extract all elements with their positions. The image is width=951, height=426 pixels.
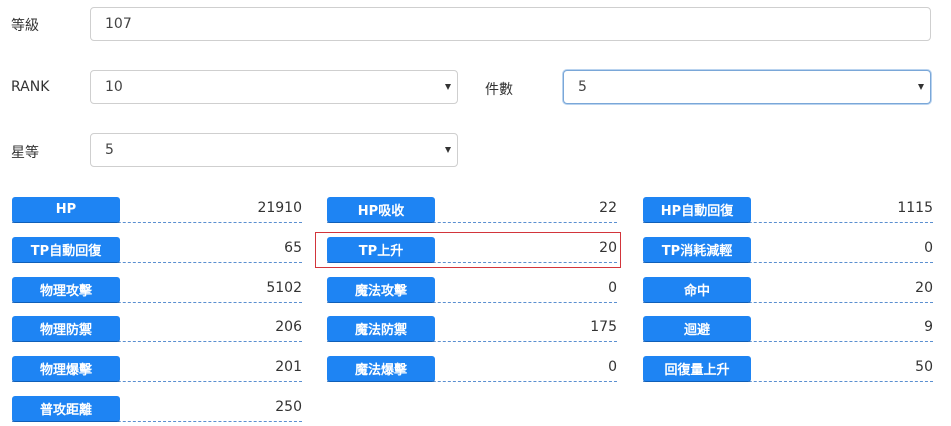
level-input[interactable]: 107 xyxy=(90,7,931,41)
stat-heal-up-badge: 回復量上升 xyxy=(643,356,751,382)
stat-hp-drain-value: 22 xyxy=(599,200,617,216)
stat-hp-regen-badge: HP自動回復 xyxy=(643,197,751,223)
stat-accuracy-badge: 命中 xyxy=(643,277,751,303)
stat-mag-atk-badge: 魔法攻擊 xyxy=(327,277,435,303)
stat-tp-regen: TP自動回復 65 xyxy=(12,237,302,263)
stat-accuracy-value: 20 xyxy=(915,280,933,296)
stat-hp-value: 21910 xyxy=(257,200,302,216)
stat-phys-def-badge: 物理防禦 xyxy=(12,316,120,342)
stat-hp-regen-value: 1115 xyxy=(897,200,933,216)
stat-mag-def: 魔法防禦 175 xyxy=(327,316,617,342)
stat-hp-badge: HP xyxy=(12,197,120,223)
stat-tp-reduce: TP消耗減輕 0 xyxy=(643,237,933,263)
level-label: 等級 xyxy=(11,18,39,34)
stat-atk-range-value: 250 xyxy=(275,399,302,415)
chevron-down-icon xyxy=(918,84,924,90)
count-label: 件數 xyxy=(485,82,513,98)
stat-tp-reduce-badge: TP消耗減輕 xyxy=(643,237,751,263)
stat-tp-regen-badge: TP自動回復 xyxy=(12,237,120,263)
stat-phys-crit: 物理爆擊 201 xyxy=(12,356,302,382)
stat-mag-crit: 魔法爆擊 0 xyxy=(327,356,617,382)
stat-accuracy: 命中 20 xyxy=(643,277,933,303)
stat-heal-up: 回復量上升 50 xyxy=(643,356,933,382)
stat-hp-drain: HP吸收 22 xyxy=(327,197,617,223)
stat-atk-range: 普攻距離 250 xyxy=(12,396,302,422)
rank-label: RANK xyxy=(11,79,50,95)
stat-dodge: 迴避 9 xyxy=(643,316,933,342)
stat-hp: HP 21910 xyxy=(12,197,302,223)
stat-tp-regen-value: 65 xyxy=(284,240,302,256)
stat-phys-def-value: 206 xyxy=(275,319,302,335)
stat-mag-atk-value: 0 xyxy=(608,280,617,296)
count-value: 5 xyxy=(578,79,587,95)
stat-tp-reduce-value: 0 xyxy=(924,240,933,256)
stat-phys-atk-badge: 物理攻擊 xyxy=(12,277,120,303)
star-value: 5 xyxy=(105,142,114,158)
stat-heal-up-value: 50 xyxy=(915,359,933,375)
star-select[interactable]: 5 xyxy=(90,133,458,167)
stat-mag-crit-badge: 魔法爆擊 xyxy=(327,356,435,382)
stat-hp-drain-badge: HP吸收 xyxy=(327,197,435,223)
stat-dodge-value: 9 xyxy=(924,319,933,335)
stat-phys-atk: 物理攻擊 5102 xyxy=(12,277,302,303)
stat-hp-regen: HP自動回復 1115 xyxy=(643,197,933,223)
highlight-box xyxy=(315,232,621,268)
rank-select[interactable]: 10 xyxy=(90,70,458,104)
stat-mag-atk: 魔法攻擊 0 xyxy=(327,277,617,303)
stat-atk-range-badge: 普攻距離 xyxy=(12,396,120,422)
star-label: 星等 xyxy=(11,145,39,161)
chevron-down-icon xyxy=(445,147,451,153)
stat-phys-atk-value: 5102 xyxy=(266,280,302,296)
rank-value: 10 xyxy=(105,79,123,95)
stat-mag-crit-value: 0 xyxy=(608,359,617,375)
stat-phys-crit-value: 201 xyxy=(275,359,302,375)
count-select[interactable]: 5 xyxy=(563,70,931,104)
stat-mag-def-value: 175 xyxy=(590,319,617,335)
stat-phys-def: 物理防禦 206 xyxy=(12,316,302,342)
level-value: 107 xyxy=(105,16,132,32)
stat-phys-crit-badge: 物理爆擊 xyxy=(12,356,120,382)
chevron-down-icon xyxy=(445,84,451,90)
stat-mag-def-badge: 魔法防禦 xyxy=(327,316,435,342)
stat-dodge-badge: 迴避 xyxy=(643,316,751,342)
